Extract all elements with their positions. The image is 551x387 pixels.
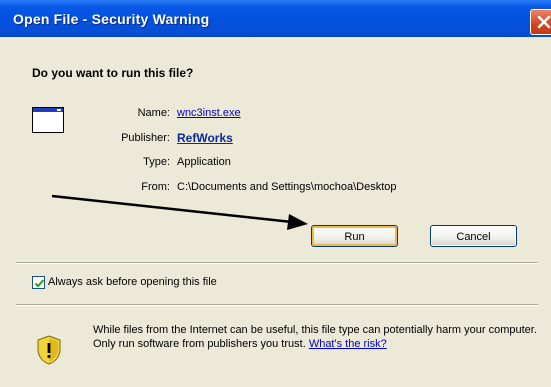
run-button[interactable]: Run [311, 225, 398, 247]
close-icon [537, 15, 551, 29]
divider-bottom [16, 304, 538, 306]
window-title: Open File - Security Warning [13, 11, 210, 27]
always-ask-checkbox[interactable] [32, 276, 45, 289]
type-label: Type: [143, 156, 170, 168]
always-ask-label[interactable]: Always ask before opening this file [48, 276, 217, 288]
cancel-button[interactable]: Cancel [430, 225, 517, 247]
title-bar[interactable]: Open File - Security Warning [0, 0, 551, 37]
publisher-label: Publisher: [121, 132, 170, 144]
close-button[interactable] [530, 9, 551, 35]
checkmark-icon [34, 279, 45, 288]
file-name-link[interactable]: wnc3inst.exe [177, 107, 241, 119]
security-warning-dialog: Open File - Security Warning Do you want… [0, 0, 551, 387]
divider-top [16, 262, 538, 264]
publisher-link[interactable]: RefWorks [177, 131, 233, 145]
shield-warning-icon [36, 335, 62, 368]
type-value: Application [177, 156, 231, 168]
name-label: Name: [137, 107, 170, 119]
from-label: From: [141, 181, 170, 193]
dialog-heading: Do you want to run this file? [32, 66, 194, 80]
whats-the-risk-link[interactable]: What's the risk? [309, 338, 387, 350]
from-value: C:\Documents and Settings\mochoa\Desktop [177, 181, 397, 193]
warning-message: While files from the Internet can be use… [93, 323, 538, 351]
